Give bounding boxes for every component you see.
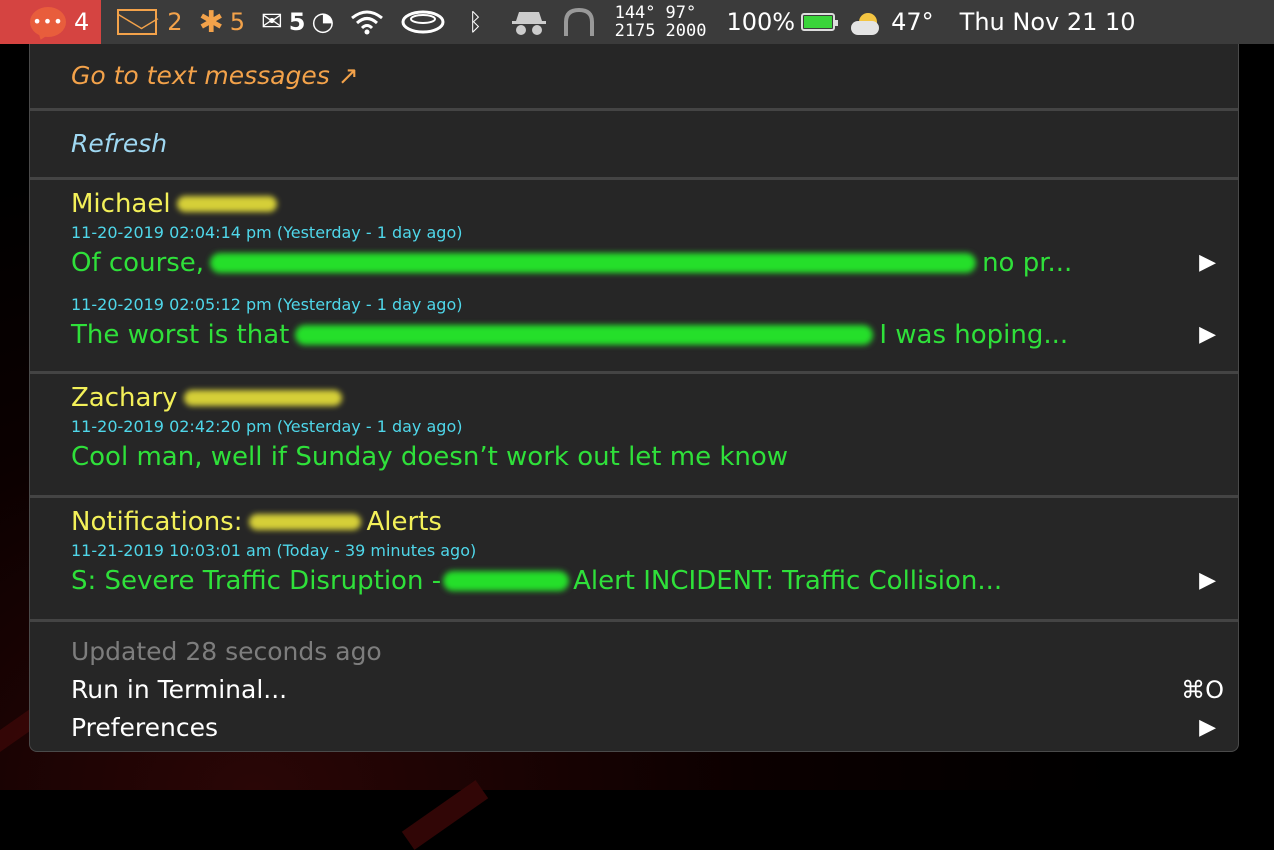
amphetamine-menu-extra[interactable] — [400, 0, 446, 44]
mail-menu-extra[interactable]: 2 — [117, 0, 183, 44]
battery-icon — [801, 13, 839, 31]
message-timestamp: 11-20-2019 02:42:20 pm (Yesterday - 1 da… — [71, 417, 463, 436]
run-in-terminal-menu-item[interactable]: Run in Terminal... ⌘O — [30, 671, 1238, 709]
fan-rpm-2: 2000 — [665, 21, 707, 41]
redacted-text — [210, 253, 977, 273]
mail-count: 2 — [167, 8, 183, 36]
thread-notifications: Notifications: Alerts 11-21-2019 10:03:0… — [30, 498, 1238, 619]
submenu-arrow-icon: ▶ — [1199, 568, 1216, 593]
message-item[interactable]: The worst is that I was hoping... ▶ — [30, 316, 1238, 354]
message-text-start: Of course, — [71, 248, 205, 278]
thread-sender: Notifications: Alerts — [30, 498, 1238, 540]
sender-name-end: Alerts — [366, 507, 442, 537]
redacted-text — [443, 571, 570, 591]
message-text-start: The worst is that — [71, 320, 290, 350]
sender-name-start: Notifications: — [71, 507, 243, 537]
message-timestamp: 11-21-2019 10:03:01 am (Today - 39 minut… — [71, 541, 477, 560]
menu-footer: Updated 28 seconds ago Run in Terminal..… — [30, 622, 1238, 747]
run-in-terminal-shortcut: ⌘O — [1181, 676, 1224, 704]
speed-menu-extra[interactable]: ◔ — [311, 0, 334, 44]
weather-menu-extra[interactable]: 47° — [851, 0, 934, 44]
clock-text: Thu Nov 21 10 — [959, 8, 1136, 36]
sender-name: Zachary — [71, 383, 178, 413]
tunnel-menu-extra[interactable] — [563, 0, 595, 44]
message-text-end: Alert INCIDENT: Traffic Collision... — [573, 566, 1003, 596]
menu-bar: ••• 4 2 ✱ 5 ✉ 5 ◔ ᛒ 144° 2175 97° 2000 1… — [0, 0, 1274, 44]
archway-icon — [563, 8, 594, 36]
system-stats: 144° 2175 97° 2000 — [615, 4, 707, 40]
message-item[interactable]: Cool man, well if Sunday doesn’t work ou… — [30, 438, 1238, 476]
cpu-temp: 144° — [614, 3, 656, 23]
submenu-arrow-icon: ▶ — [1199, 715, 1216, 740]
chat-bubble-icon: ••• — [30, 7, 66, 37]
refresh-menu-item[interactable]: Refresh — [30, 111, 1238, 177]
preferences-label: Preferences — [71, 713, 219, 742]
bluetooth-menu-extra[interactable]: ᛒ — [468, 0, 482, 44]
preferences-menu-item[interactable]: Preferences ▶ — [30, 709, 1238, 747]
message-text-end: I was hoping... — [879, 320, 1069, 350]
desktop-streak — [401, 780, 489, 850]
envelope-icon — [117, 9, 158, 35]
slack-icon: ✱ — [198, 4, 224, 40]
weather-temperature: 47° — [891, 8, 934, 36]
incognito-menu-extra[interactable] — [511, 0, 547, 44]
mail-icon: ✉ — [260, 7, 283, 37]
message-timestamp: 11-20-2019 02:04:14 pm (Yesterday - 1 da… — [71, 223, 463, 242]
updated-status: Updated 28 seconds ago — [71, 637, 382, 666]
bluetooth-icon: ᛒ — [468, 8, 483, 36]
submenu-arrow-icon: ▶ — [1199, 322, 1216, 347]
redacted-name — [248, 514, 361, 530]
gmail-menu-extra[interactable]: ✉ 5 — [261, 0, 306, 44]
wifi-icon — [351, 10, 384, 35]
battery-menu-extra[interactable]: 100% — [726, 0, 839, 44]
clock-menu-extra[interactable]: Thu Nov 21 10 — [960, 0, 1136, 44]
sender-name: Michael — [71, 189, 171, 219]
submenu-arrow-icon: ▶ — [1199, 250, 1216, 275]
message-text-end: no pr... — [982, 248, 1073, 278]
thread-sender: Michael — [30, 180, 1238, 222]
messages-count: 4 — [74, 8, 90, 36]
speedometer-icon: ◔ — [311, 7, 335, 37]
coffee-cup-icon — [401, 10, 445, 34]
go-to-text-messages-link[interactable]: Go to text messages ↗ — [30, 44, 1238, 108]
messages-dropdown-menu: Go to text messages ↗ Refresh Michael 11… — [29, 44, 1239, 752]
messages-menu-extra[interactable]: ••• 4 — [0, 0, 102, 44]
wifi-menu-extra[interactable] — [350, 0, 384, 44]
thread-sender: Zachary — [30, 374, 1238, 416]
gpu-temp: 97° — [665, 3, 697, 23]
redacted-text — [295, 325, 874, 345]
run-in-terminal-label: Run in Terminal... — [71, 675, 288, 704]
incognito-icon — [511, 12, 546, 35]
message-timestamp: 11-20-2019 02:05:12 pm (Yesterday - 1 da… — [71, 295, 463, 314]
thread-zachary: Zachary 11-20-2019 02:42:20 pm (Yesterda… — [30, 374, 1238, 495]
message-text: Cool man, well if Sunday doesn’t work ou… — [71, 442, 789, 472]
redacted-surname — [183, 390, 342, 406]
redacted-surname — [176, 196, 277, 212]
message-item[interactable]: Of course, no pr... ▶ — [30, 244, 1238, 282]
message-item[interactable]: S: Severe Traffic Disruption - Alert INC… — [30, 562, 1238, 600]
system-stats-menu-extra[interactable]: 144° 2175 97° 2000 — [615, 0, 707, 44]
slack-menu-extra[interactable]: ✱ 5 — [199, 0, 245, 44]
thread-michael: Michael 11-20-2019 02:04:14 pm (Yesterda… — [30, 180, 1238, 371]
fan-rpm-1: 2175 — [614, 21, 656, 41]
battery-percentage: 100% — [726, 8, 796, 36]
slack-count: 5 — [229, 8, 245, 36]
message-text-start: S: Severe Traffic Disruption - — [71, 566, 442, 596]
partly-cloudy-icon — [851, 13, 880, 35]
gmail-count: 5 — [288, 8, 306, 36]
